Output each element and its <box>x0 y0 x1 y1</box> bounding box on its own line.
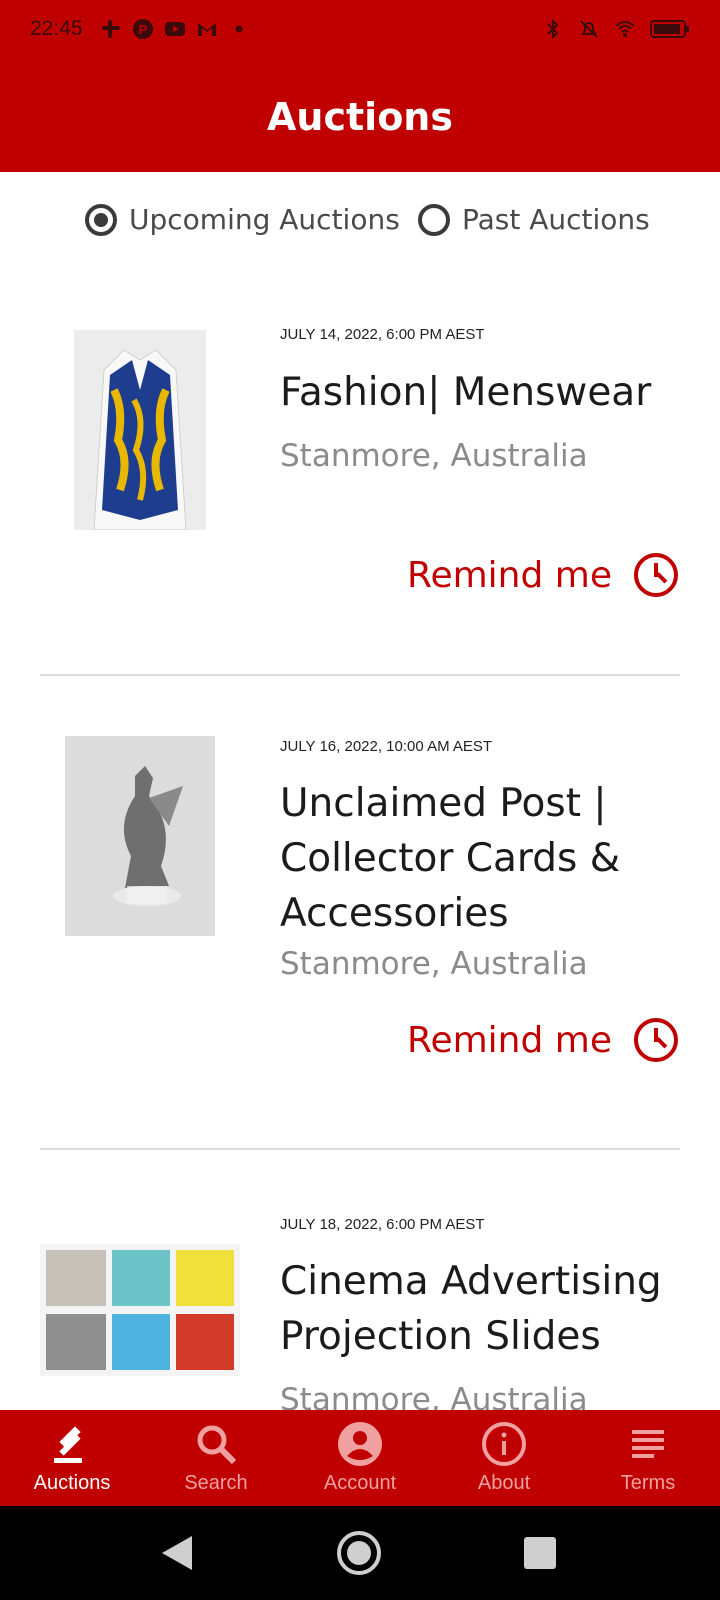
slack-icon <box>102 20 120 38</box>
radio-past-label: Past Auctions <box>462 203 650 236</box>
search-icon <box>197 1425 237 1465</box>
dot-icon <box>235 25 243 33</box>
remind-me-label: Remind me <box>407 554 612 596</box>
radio-past-auctions[interactable]: Past Auctions <box>418 203 650 236</box>
terms-icon <box>632 1430 664 1458</box>
remind-me-label: Remind me <box>407 1019 612 1061</box>
auction-date: JULY 16, 2022, 10:00 AM AEST <box>280 738 493 755</box>
bluetooth-icon <box>547 18 559 40</box>
system-icons <box>542 18 690 40</box>
auction-location: Stanmore, Australia <box>280 946 588 982</box>
projection-slides-image <box>40 1244 240 1376</box>
info-icon <box>482 1422 526 1466</box>
battery-icon <box>650 20 689 38</box>
divider <box>40 1148 680 1150</box>
notification-icons: P <box>100 18 250 40</box>
tab-terms[interactable]: Terms <box>576 1410 720 1506</box>
gavel-icon <box>54 1426 82 1463</box>
home-icon[interactable] <box>337 1531 381 1575</box>
system-navigation-bar <box>0 1506 720 1600</box>
account-icon <box>338 1422 382 1466</box>
auction-location: Stanmore, Australia <box>280 1382 588 1410</box>
dragon-figurine-image <box>65 736 215 936</box>
tab-search[interactable]: Search <box>144 1410 288 1506</box>
auction-card[interactable]: JULY 18, 2022, 6:00 PM AEST Cinema Adver… <box>0 1180 720 1410</box>
gmail-icon <box>198 23 216 36</box>
bottom-navigation: Auctions Search Account About Terms <box>0 1410 720 1506</box>
tab-label: About <box>477 1472 531 1494</box>
svg-text:P: P <box>139 22 148 37</box>
wifi-icon <box>615 21 635 37</box>
pinterest-icon: P <box>133 19 153 39</box>
page-title: Auctions <box>267 95 453 139</box>
auction-location: Stanmore, Australia <box>280 438 588 474</box>
remind-me-button[interactable]: Remind me <box>407 1018 678 1062</box>
tab-label: Auctions <box>33 1472 111 1494</box>
menswear-vest-image <box>74 330 206 530</box>
back-icon[interactable] <box>162 1536 192 1570</box>
radio-upcoming-auctions[interactable]: Upcoming Auctions <box>85 203 400 236</box>
tab-label: Terms <box>620 1472 676 1494</box>
auction-title[interactable]: Unclaimed Post | Collector Cards & Acces… <box>280 776 700 941</box>
tab-about[interactable]: About <box>432 1410 576 1506</box>
status-bar: 22:45 P <box>0 0 720 60</box>
auction-card[interactable]: JULY 16, 2022, 10:00 AM AEST Unclaimed P… <box>0 706 720 1146</box>
radio-upcoming-label: Upcoming Auctions <box>129 203 400 236</box>
radio-unselected-icon <box>418 203 450 236</box>
tab-auctions[interactable]: Auctions <box>0 1410 144 1506</box>
auction-title[interactable]: Cinema Advertising Projection Slides <box>280 1254 700 1364</box>
bell-off-icon <box>580 20 598 38</box>
tab-label: Account <box>323 1472 397 1494</box>
recent-apps-icon[interactable] <box>524 1537 556 1569</box>
clock-icon <box>634 553 678 597</box>
youtube-icon <box>165 22 185 36</box>
auction-card[interactable]: JULY 14, 2022, 6:00 PM AEST Fashion| Men… <box>0 300 720 680</box>
clock-icon <box>634 1018 678 1062</box>
auction-date: JULY 18, 2022, 6:00 PM AEST <box>280 1216 485 1233</box>
tab-account[interactable]: Account <box>288 1410 432 1506</box>
tab-label: Search <box>184 1472 248 1494</box>
status-time: 22:45 <box>30 17 83 40</box>
auction-title[interactable]: Fashion| Menswear <box>280 365 700 420</box>
radio-selected-icon <box>85 203 117 236</box>
app-header: 22:45 P Auctions <box>0 0 720 172</box>
divider <box>40 674 680 676</box>
auction-date: JULY 14, 2022, 6:00 PM AEST <box>280 326 485 343</box>
remind-me-button[interactable]: Remind me <box>407 553 678 597</box>
